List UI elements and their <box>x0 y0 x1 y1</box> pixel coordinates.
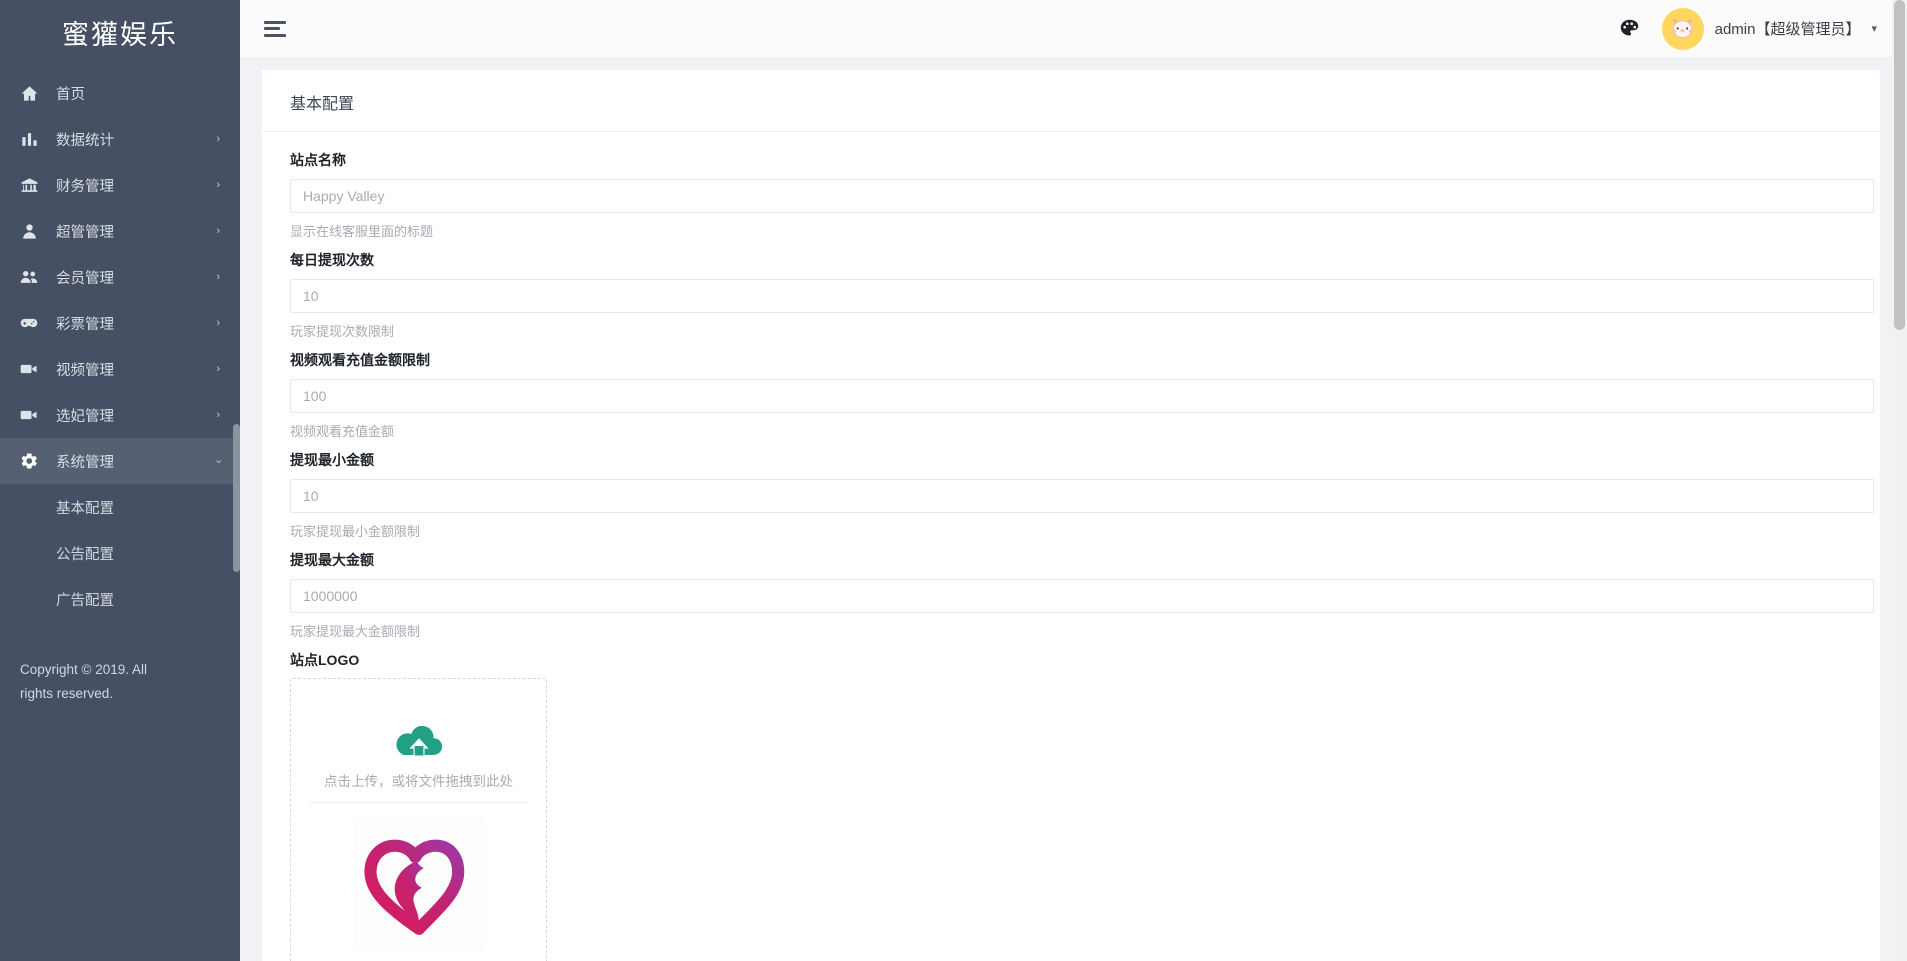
sidebar-item-label: 彩票管理 <box>56 316 114 333</box>
chevron-right-icon: › <box>216 224 220 237</box>
field-label: 提现最大金额 <box>290 552 374 568</box>
user-menu[interactable]: admin【超级管理员】 ▾ <box>1661 7 1877 50</box>
cloud-upload-icon <box>395 725 443 766</box>
chevron-right-icon: › <box>216 316 220 329</box>
video-camera-icon <box>18 404 40 426</box>
sidebar-item-system[interactable]: 系统管理 › <box>0 438 240 484</box>
field-label: 提现最小金额 <box>290 452 374 468</box>
field-withdraw-min: 提现最小金额 玩家提现最小金额限制 <box>290 450 1874 540</box>
chevron-right-icon: › <box>216 178 220 191</box>
chevron-right-icon: › <box>216 362 220 375</box>
field-label: 每日提现次数 <box>290 252 374 268</box>
user-name: admin【超级管理员】 <box>1714 21 1861 38</box>
field-site-logo: 站点LOGO 点击上传，或将文件拖拽到此处 <box>290 650 1852 961</box>
sidebar-item-superadmin[interactable]: 超管管理 › <box>0 208 240 254</box>
sidebar: 蜜獾娱乐 首页 数据统计 › 财务管理 › 超管管理 › 会员管理 › 彩票管理… <box>0 0 240 961</box>
field-withdraw-max: 提现最大金额 玩家提现最大金额限制 <box>290 550 1874 640</box>
sidebar-item-label: 系统管理 <box>56 454 114 471</box>
field-help: 显示在线客服里面的标题 <box>290 224 434 239</box>
chevron-down-icon: ▾ <box>1871 23 1877 35</box>
topbar: admin【超级管理员】 ▾ <box>240 0 1907 58</box>
field-help: 玩家提现最小金额限制 <box>290 524 421 539</box>
content-area: 基本配置 站点名称 显示在线客服里面的标题 每日提现次数 玩家提现次数限制 视频… <box>240 58 1907 961</box>
sidebar-item-members[interactable]: 会员管理 › <box>0 254 240 300</box>
gamepad-icon <box>18 312 40 334</box>
topbar-actions: admin【超级管理员】 ▾ <box>1619 7 1877 50</box>
field-video-recharge-limit: 视频观看充值金额限制 视频观看充值金额 <box>290 350 1874 440</box>
withdraw-max-input[interactable] <box>290 579 1874 613</box>
user-icon <box>18 220 40 242</box>
sidebar-item-video[interactable]: 视频管理 › <box>0 346 240 392</box>
sidebar-item-label: 会员管理 <box>56 270 114 287</box>
divider <box>309 802 528 803</box>
page-scrollbar[interactable] <box>1892 0 1907 961</box>
sidebar-subitem-notice-config[interactable]: 公告配置 <box>0 530 240 576</box>
field-daily-withdraw-count: 每日提现次数 玩家提现次数限制 <box>290 250 1874 340</box>
sidebar-item-label: 超管管理 <box>56 224 114 241</box>
withdraw-min-input[interactable] <box>290 479 1874 513</box>
users-icon <box>18 266 40 288</box>
video-camera-icon <box>18 358 40 380</box>
sidebar-item-home[interactable]: 首页 <box>0 70 240 116</box>
field-label: 站点名称 <box>290 152 346 168</box>
chevron-right-icon: › <box>216 408 220 421</box>
brand-title: 蜜獾娱乐 <box>62 19 178 50</box>
sidebar-scrollbar[interactable] <box>233 424 240 572</box>
app-root: 蜜獾娱乐 首页 数据统计 › 财务管理 › 超管管理 › 会员管理 › 彩票管理… <box>0 0 1907 961</box>
chart-bar-icon <box>18 128 40 150</box>
main-area: admin【超级管理员】 ▾ 基本配置 站点名称 显示在线客服里面的标题 每日提… <box>240 0 1907 961</box>
logo-preview[interactable] <box>353 819 484 949</box>
sidebar-item-label: 数据统计 <box>56 132 114 149</box>
copyright-text: Copyright © 2019. All rights reserved. <box>20 662 148 701</box>
sidebar-item-lottery[interactable]: 彩票管理 › <box>0 300 240 346</box>
sidebar-item-finance[interactable]: 财务管理 › <box>0 162 240 208</box>
field-label: 站点LOGO <box>290 652 360 668</box>
sidebar-subitem-ad-config[interactable]: 广告配置 <box>0 576 240 622</box>
basic-config-card: 基本配置 站点名称 显示在线客服里面的标题 每日提现次数 玩家提现次数限制 视频… <box>262 70 1880 961</box>
gear-icon <box>18 450 40 472</box>
scrollbar-thumb[interactable] <box>1894 0 1905 330</box>
sidebar-submenu-system: 基本配置 公告配置 广告配置 <box>0 484 240 622</box>
field-help: 玩家提现最大金额限制 <box>290 624 421 639</box>
page-title: 基本配置 <box>262 70 1880 132</box>
daily-withdraw-count-input[interactable] <box>290 279 1874 313</box>
sidebar-subitem-basic-config[interactable]: 基本配置 <box>0 484 240 530</box>
sidebar-menu: 首页 数据统计 › 财务管理 › 超管管理 › 会员管理 › 彩票管理 › 视频… <box>0 70 240 622</box>
avatar <box>1661 7 1704 50</box>
site-name-input[interactable] <box>290 179 1874 213</box>
sidebar-item-label: 视频管理 <box>56 362 114 379</box>
palette-icon[interactable] <box>1619 18 1640 39</box>
video-recharge-limit-input[interactable] <box>290 379 1874 413</box>
field-label: 视频观看充值金额限制 <box>290 352 430 368</box>
logo-upload-dropzone[interactable]: 点击上传，或将文件拖拽到此处 <box>290 678 547 961</box>
upload-hint: 点击上传，或将文件拖拽到此处 <box>324 774 513 789</box>
chevron-right-icon: › <box>216 132 220 145</box>
basic-config-form: 站点名称 显示在线客服里面的标题 每日提现次数 玩家提现次数限制 视频观看充值金… <box>262 132 1880 961</box>
bank-icon <box>18 174 40 196</box>
field-help: 玩家提现次数限制 <box>290 324 395 339</box>
sidebar-item-label: 财务管理 <box>56 178 114 195</box>
field-help: 视频观看充值金额 <box>290 424 395 439</box>
sidebar-item-statistics[interactable]: 数据统计 › <box>0 116 240 162</box>
chevron-right-icon: › <box>216 270 220 283</box>
field-site-name: 站点名称 显示在线客服里面的标题 <box>290 150 1874 240</box>
chevron-down-icon: › <box>212 459 225 463</box>
hamburger-icon[interactable] <box>264 13 290 44</box>
home-icon <box>18 82 40 104</box>
sidebar-item-concubine[interactable]: 选妃管理 › <box>0 392 240 438</box>
sidebar-item-label: 首页 <box>56 86 85 103</box>
sidebar-item-label: 选妃管理 <box>56 408 114 425</box>
